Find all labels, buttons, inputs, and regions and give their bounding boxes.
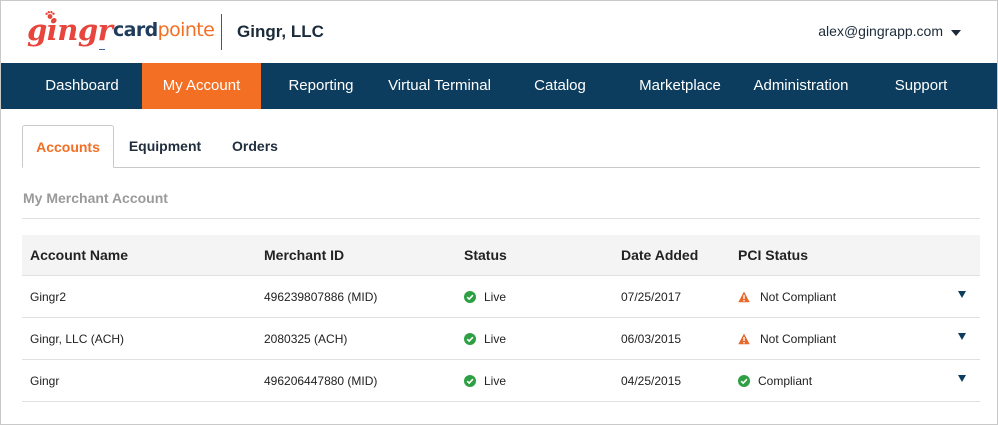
- nav-administration[interactable]: Administration: [741, 63, 861, 109]
- account-name: Gingr: [30, 374, 60, 388]
- col-account-name[interactable]: Account Name: [30, 235, 128, 276]
- cardpointe-logo[interactable]: cardpointe: [113, 19, 215, 41]
- nav-reporting[interactable]: Reporting: [273, 63, 369, 109]
- col-status[interactable]: Status: [464, 235, 507, 276]
- tab-equipment[interactable]: Equipment: [118, 125, 212, 168]
- account-name: Gingr, LLC (ACH): [30, 332, 125, 346]
- nav-marketplace[interactable]: Marketplace: [627, 63, 733, 109]
- status-text: Live: [484, 332, 507, 346]
- col-pci-status[interactable]: PCI Status: [738, 235, 808, 276]
- account-tabs: Accounts Equipment Orders: [22, 125, 980, 168]
- status-text: Live: [484, 290, 507, 304]
- warning-icon: [738, 291, 750, 303]
- gingr-logo[interactable]: gingr: [27, 13, 113, 47]
- cardpointe-logo-card: card: [113, 19, 158, 41]
- pci-status-text: Compliant: [758, 374, 813, 388]
- cardpointe-logo-pointe: pointe: [157, 19, 215, 41]
- date-added: 07/25/2017: [621, 290, 682, 304]
- table-row[interactable]: Gingr 496206447880 (MID) Live 04/25/2015…: [22, 360, 980, 402]
- company-name: Gingr, LLC: [237, 22, 324, 41]
- table-row[interactable]: Gingr2 496239807886 (MID) Live 07/25/201…: [22, 276, 980, 318]
- check-circle-icon: [738, 375, 750, 387]
- merchant-id: 2080325 (ACH): [264, 332, 348, 346]
- nav-virtual-terminal[interactable]: Virtual Terminal: [377, 63, 502, 109]
- nav-my-account[interactable]: My Account: [142, 63, 261, 109]
- table-header: Account Name Merchant ID Status Date Add…: [22, 235, 980, 276]
- chevron-down-icon[interactable]: [951, 30, 961, 36]
- user-menu[interactable]: alex@gingrapp.com: [818, 23, 943, 39]
- expand-row-icon[interactable]: [958, 375, 966, 382]
- paw-icon: [45, 11, 55, 19]
- status-text: Live: [484, 374, 507, 388]
- nav-catalog[interactable]: Catalog: [521, 63, 599, 109]
- col-merchant-id[interactable]: Merchant ID: [264, 235, 344, 276]
- check-circle-icon: [464, 333, 476, 345]
- expand-row-icon[interactable]: [958, 333, 966, 340]
- merchant-id: 496206447880 (MID): [264, 374, 378, 388]
- expand-row-icon[interactable]: [958, 291, 966, 298]
- tab-orders[interactable]: Orders: [222, 125, 288, 168]
- nav-dashboard[interactable]: Dashboard: [22, 63, 142, 109]
- account-name: Gingr2: [30, 290, 67, 304]
- main-nav: Dashboard My Account Reporting Virtual T…: [1, 63, 997, 109]
- section-divider: [22, 218, 980, 219]
- col-date-added[interactable]: Date Added: [621, 235, 698, 276]
- pci-status-text: Not Compliant: [760, 332, 837, 346]
- warning-icon: [738, 333, 750, 345]
- check-circle-icon: [464, 375, 476, 387]
- check-circle-icon: [464, 291, 476, 303]
- section-title: My Merchant Account: [23, 190, 168, 206]
- date-added: 04/25/2015: [621, 374, 682, 388]
- top-header: gingr cardpointe Gingr, LLC alex@gingrap…: [1, 1, 997, 63]
- nav-support[interactable]: Support: [879, 63, 963, 109]
- logo-accent: [99, 49, 105, 50]
- merchant-id: 496239807886 (MID): [264, 290, 378, 304]
- pci-status-text: Not Compliant: [760, 290, 837, 304]
- table-row[interactable]: Gingr, LLC (ACH) 2080325 (ACH) Live 06/0…: [22, 318, 980, 360]
- date-added: 06/03/2015: [621, 332, 682, 346]
- header-divider: [221, 14, 222, 50]
- tab-accounts[interactable]: Accounts: [22, 125, 114, 168]
